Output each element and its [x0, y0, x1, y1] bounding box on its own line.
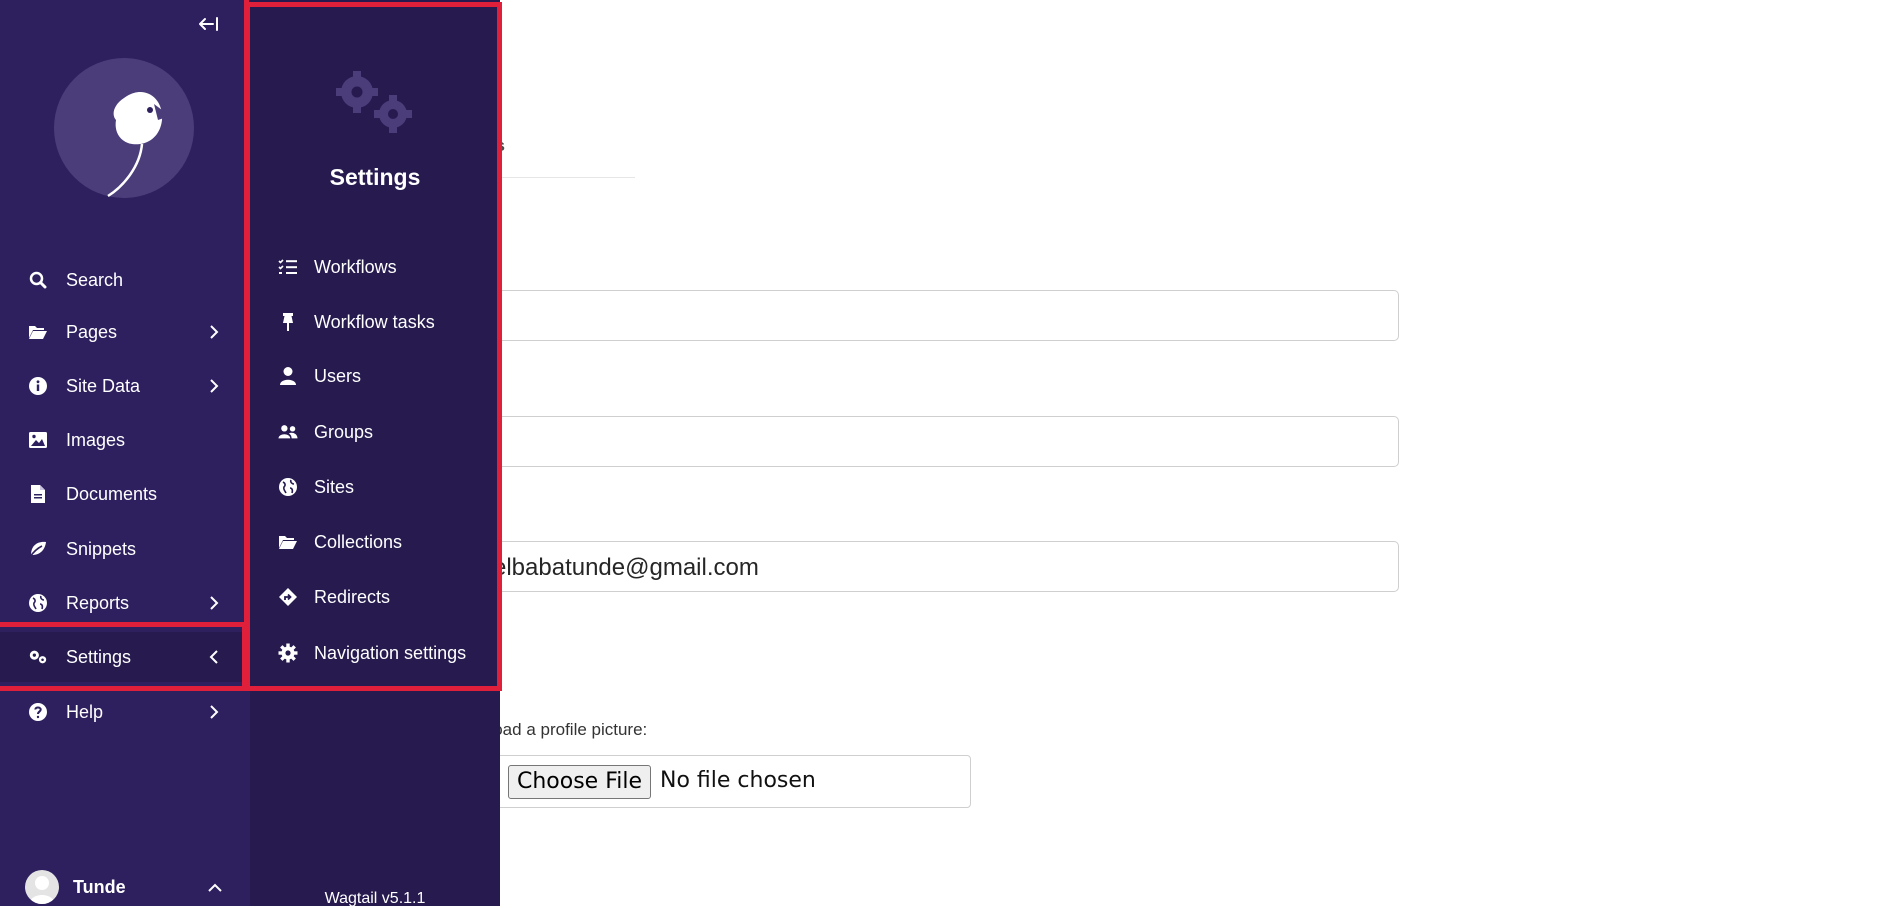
- account-name: Tunde: [73, 876, 126, 897]
- chevron-right-icon: [206, 705, 222, 719]
- sidebar-item-label: Help: [66, 701, 104, 722]
- highlight-settings-item: [0, 622, 247, 691]
- email-field[interactable]: elbabatunde@gmail.com: [430, 541, 1399, 592]
- account-menu[interactable]: Tunde: [0, 868, 250, 906]
- choose-file-button[interactable]: Choose File: [508, 765, 652, 799]
- help-icon: [28, 702, 48, 722]
- highlight-sidebar-bottom: [0, 622, 249, 627]
- sidebar-item-help[interactable]: Help: [0, 687, 250, 737]
- chevron-up-icon: [208, 877, 222, 898]
- highlight-settings-flyout: [245, 2, 502, 691]
- last-name-field[interactable]: [430, 416, 1399, 467]
- default-avatar-icon: [29, 876, 55, 904]
- email-value: elbabatunde@gmail.com: [493, 554, 759, 581]
- first-name-field[interactable]: [430, 290, 1399, 341]
- no-file-text: No file chosen: [660, 768, 816, 793]
- upload-profile-label: pload a profile picture:: [480, 720, 648, 739]
- avatar: [25, 870, 59, 904]
- highlight-sidebar-edge: [0, 0, 249, 632]
- version-text: Wagtail v5.1.1: [324, 890, 426, 907]
